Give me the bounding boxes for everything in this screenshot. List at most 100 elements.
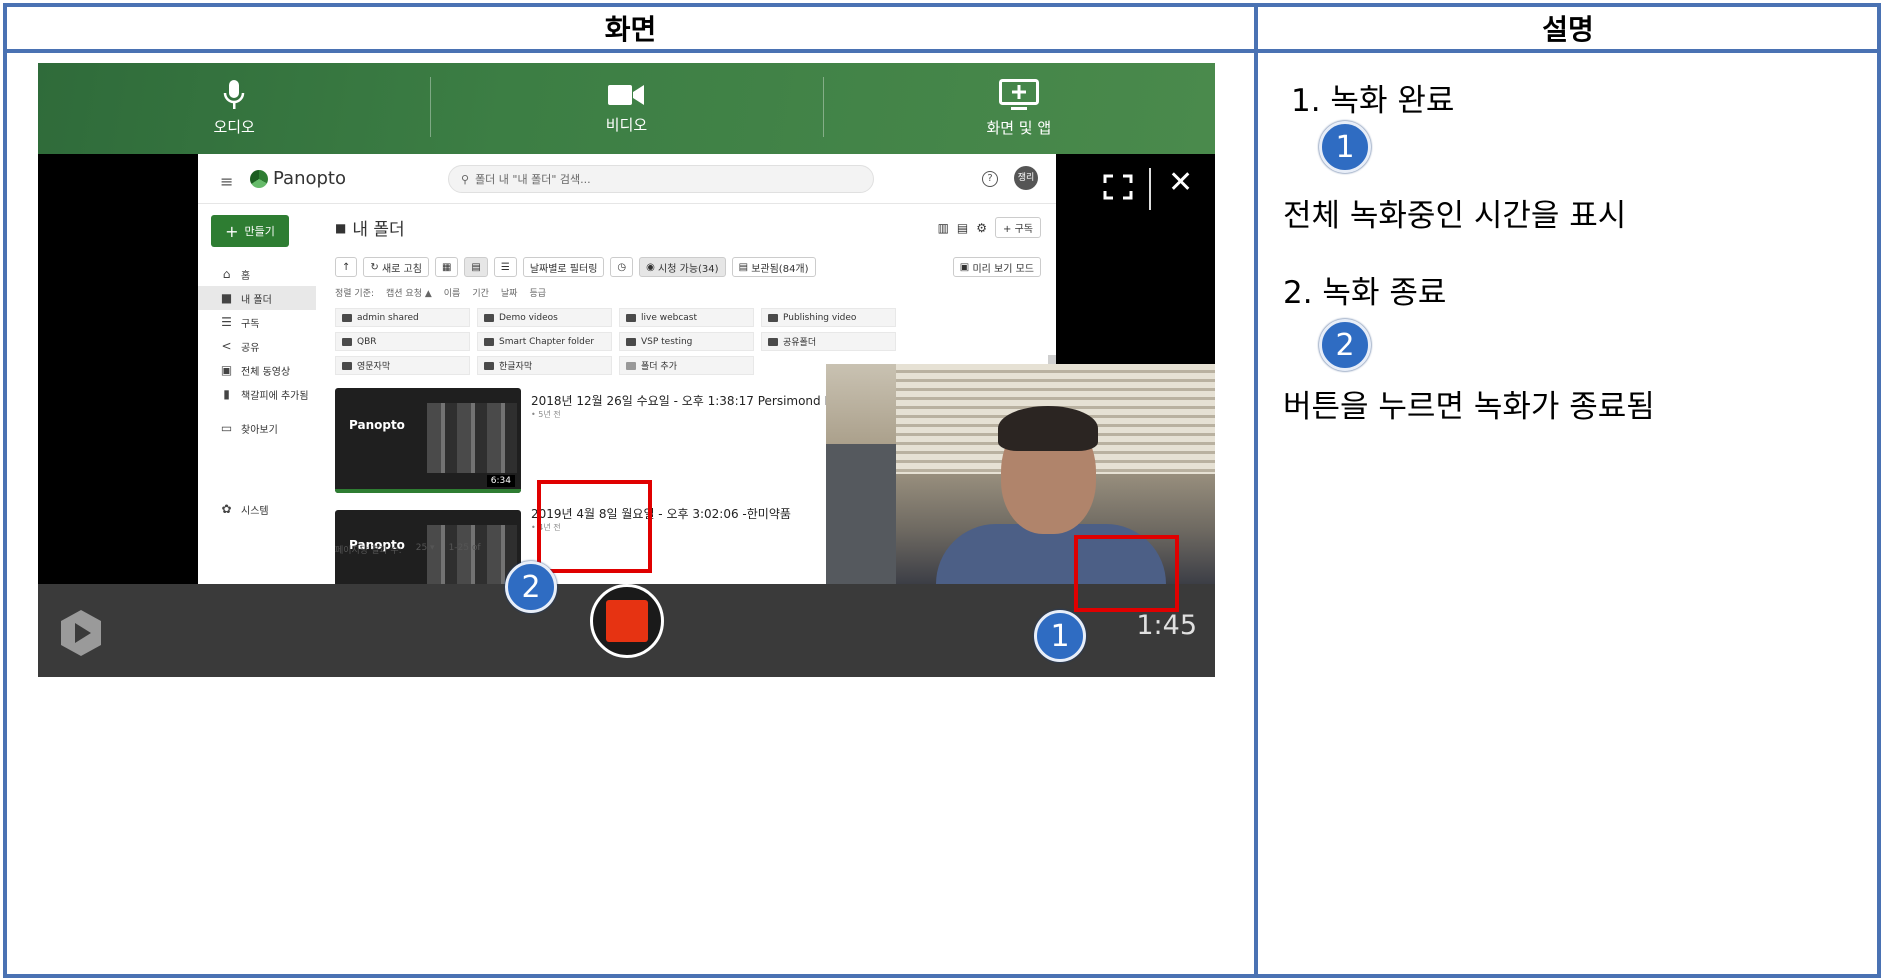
subscribe-button[interactable]: + 구독: [995, 217, 1041, 238]
folder-item[interactable]: admin shared: [335, 308, 470, 327]
item1-heading: 1. 녹화 완료: [1291, 83, 1455, 119]
folder-item[interactable]: live webcast: [619, 308, 754, 327]
create-label: 만들기: [244, 225, 275, 238]
close-icon[interactable]: ✕: [1168, 168, 1193, 198]
sidebar-item-browse[interactable]: ▭ 찾아보기: [198, 416, 316, 440]
list-view-button[interactable]: ☰: [493, 257, 517, 277]
title-actions: ▥ ▤ ⚙ + 구독: [938, 217, 1041, 238]
panopto-sidebar: + 만들기 ⌂ 홈 ■ 내 폴더 ☰ 구독 < 공유 ▣ 전체 동영상 ▮ 책갈피에 추가됨 …: [198, 205, 316, 584]
sidebar-item-my-folder[interactable]: ■ 내 폴더: [198, 286, 316, 310]
folder-item[interactable]: Smart Chapter folder: [477, 332, 612, 351]
sidebar-item-system[interactable]: ✿ 시스템: [198, 497, 316, 521]
sidebar-item-all-videos[interactable]: ▣ 전체 동영상: [198, 358, 316, 382]
pager: 페이지당 결과 수: 25 ▾ 1-25 of: [335, 543, 481, 556]
sidebar-item-share[interactable]: < 공유: [198, 334, 316, 358]
stats-icon[interactable]: ▥: [938, 221, 949, 235]
header-description: 설명: [1542, 13, 1594, 46]
thumb-logo: Panopto: [349, 418, 405, 432]
viewable-filter[interactable]: ◉ 시청 가능(34): [639, 257, 726, 277]
refresh-button[interactable]: ↻ 새로 고침: [363, 257, 429, 277]
refresh-icon: ↻: [370, 261, 382, 273]
folder-item[interactable]: 영문자막: [335, 356, 470, 375]
sort-option[interactable]: 날짜: [501, 286, 518, 299]
folder-item[interactable]: Publishing video: [761, 308, 896, 327]
recorder-screenshot: 오디오 비디오 화면 및 앱 ≡ Panopto ⚲ 폴더 내 "내 폴더" 검색…: [38, 63, 1215, 677]
sort-option[interactable]: 이름: [444, 286, 461, 299]
archived-filter[interactable]: ▤ 보관됨(84개): [731, 257, 816, 277]
sort-label: 정렬 기준:: [335, 289, 375, 299]
search-placeholder: 폴더 내 "내 폴더" 검색...: [475, 173, 591, 186]
sort-option[interactable]: 등급: [529, 286, 546, 299]
preview-mode-button[interactable]: ▣ 미리 보기 모드: [952, 257, 1041, 277]
pager-range: 1-25 of: [448, 543, 481, 553]
preview-divider: [1149, 168, 1151, 210]
archived-label: 보관됨(84개): [751, 263, 809, 275]
highlight-stop-button: [537, 480, 652, 573]
stop-recording-button[interactable]: [590, 584, 664, 658]
pager-select[interactable]: 25 ▾: [416, 543, 435, 556]
sidebar-item-subscriptions[interactable]: ☰ 구독: [198, 310, 316, 334]
sidebar-item-bookmarks[interactable]: ▮ 책갈피에 추가됨: [198, 382, 316, 406]
archive-icon[interactable]: ▤: [957, 221, 968, 235]
menu-icon[interactable]: ≡: [220, 172, 233, 191]
video-source[interactable]: 비디오: [430, 63, 822, 154]
folder-item[interactable]: 한글자막: [477, 356, 612, 375]
panopto-logo-icon: [250, 169, 268, 188]
settings-icon[interactable]: ⚙: [976, 221, 987, 235]
home-icon: ⌂: [222, 267, 231, 281]
share-icon: <: [221, 339, 232, 353]
desc-marker-2: 2: [1319, 319, 1371, 371]
create-button[interactable]: + 만들기: [211, 215, 289, 247]
callout-marker-1: 1: [1034, 610, 1086, 662]
sidebar-item-label: 구독: [241, 318, 260, 330]
sort-option[interactable]: 기간: [472, 286, 489, 299]
sort-bar: 정렬 기준: 캡션 요청 ▲ 이름 기간 날짜 등급: [335, 286, 546, 299]
folder-item[interactable]: Demo videos: [477, 308, 612, 327]
folder-icon: ■: [220, 291, 233, 305]
video-camera-icon: [608, 85, 645, 105]
watched-progress: [335, 489, 521, 493]
callout-marker-2: 2: [505, 561, 557, 613]
video-library-icon: ▣: [220, 363, 233, 377]
audio-source[interactable]: 오디오: [38, 63, 430, 154]
item2-text: 버튼을 누르면 녹화가 종료됨: [1283, 389, 1655, 425]
session-title[interactable]: 2018년 12월 26일 수요일 - 오후 1:38:17 Persimond…: [531, 392, 839, 409]
highlight-timer: [1074, 535, 1179, 612]
grid-view-button[interactable]: ▦: [434, 257, 459, 277]
up-button[interactable]: ↑: [335, 257, 358, 277]
archive-icon: ▤: [738, 261, 752, 273]
session-age: • 5년 전: [531, 410, 561, 419]
add-folder-button[interactable]: 폴더 추가: [619, 356, 754, 375]
session-thumbnail[interactable]: Panopto 6:34: [335, 388, 521, 493]
column-divider: [1254, 7, 1258, 974]
date-filter-button[interactable]: 날짜별로 필터링: [522, 257, 605, 277]
folder-icon: ■: [335, 220, 347, 235]
sidebar-item-label: 공유: [241, 342, 260, 354]
stop-square-icon: [606, 600, 648, 642]
screen-label: 화면 및 앱: [986, 119, 1052, 137]
plus-icon: +: [225, 221, 239, 241]
panopto-app-logo: [61, 610, 101, 656]
fullscreen-icon[interactable]: [1103, 174, 1133, 200]
refresh-label: 새로 고침: [381, 263, 422, 275]
panopto-logo-text: Panopto: [273, 168, 346, 189]
folder-item[interactable]: QBR: [335, 332, 470, 351]
help-icon[interactable]: ?: [982, 171, 998, 187]
recording-timer: 1:45: [1136, 610, 1197, 641]
screen-source[interactable]: 화면 및 앱: [822, 63, 1215, 154]
avatar[interactable]: 쟁리: [1014, 166, 1038, 190]
session-duration: 6:34: [486, 475, 515, 487]
folder-item[interactable]: VSP testing: [619, 332, 754, 351]
search-input[interactable]: ⚲ 폴더 내 "내 폴더" 검색...: [448, 165, 874, 193]
folder-item[interactable]: 공유폴더: [761, 332, 896, 351]
panopto-logo: Panopto: [250, 168, 346, 189]
item1-text: 전체 녹화중인 시간을 표시: [1283, 198, 1627, 234]
detail-view-button[interactable]: ▤: [464, 257, 488, 277]
screen-add-icon: [998, 79, 1039, 110]
clock-button[interactable]: ◷: [610, 257, 634, 277]
sort-option[interactable]: 캡션 요청 ▲: [386, 286, 432, 299]
sidebar-item-home[interactable]: ⌂ 홈: [198, 262, 316, 286]
page-title-text: 내 폴더: [352, 220, 405, 240]
viewable-label: 시청 가능(34): [658, 263, 719, 275]
sidebar-item-label: 시스템: [241, 505, 269, 517]
